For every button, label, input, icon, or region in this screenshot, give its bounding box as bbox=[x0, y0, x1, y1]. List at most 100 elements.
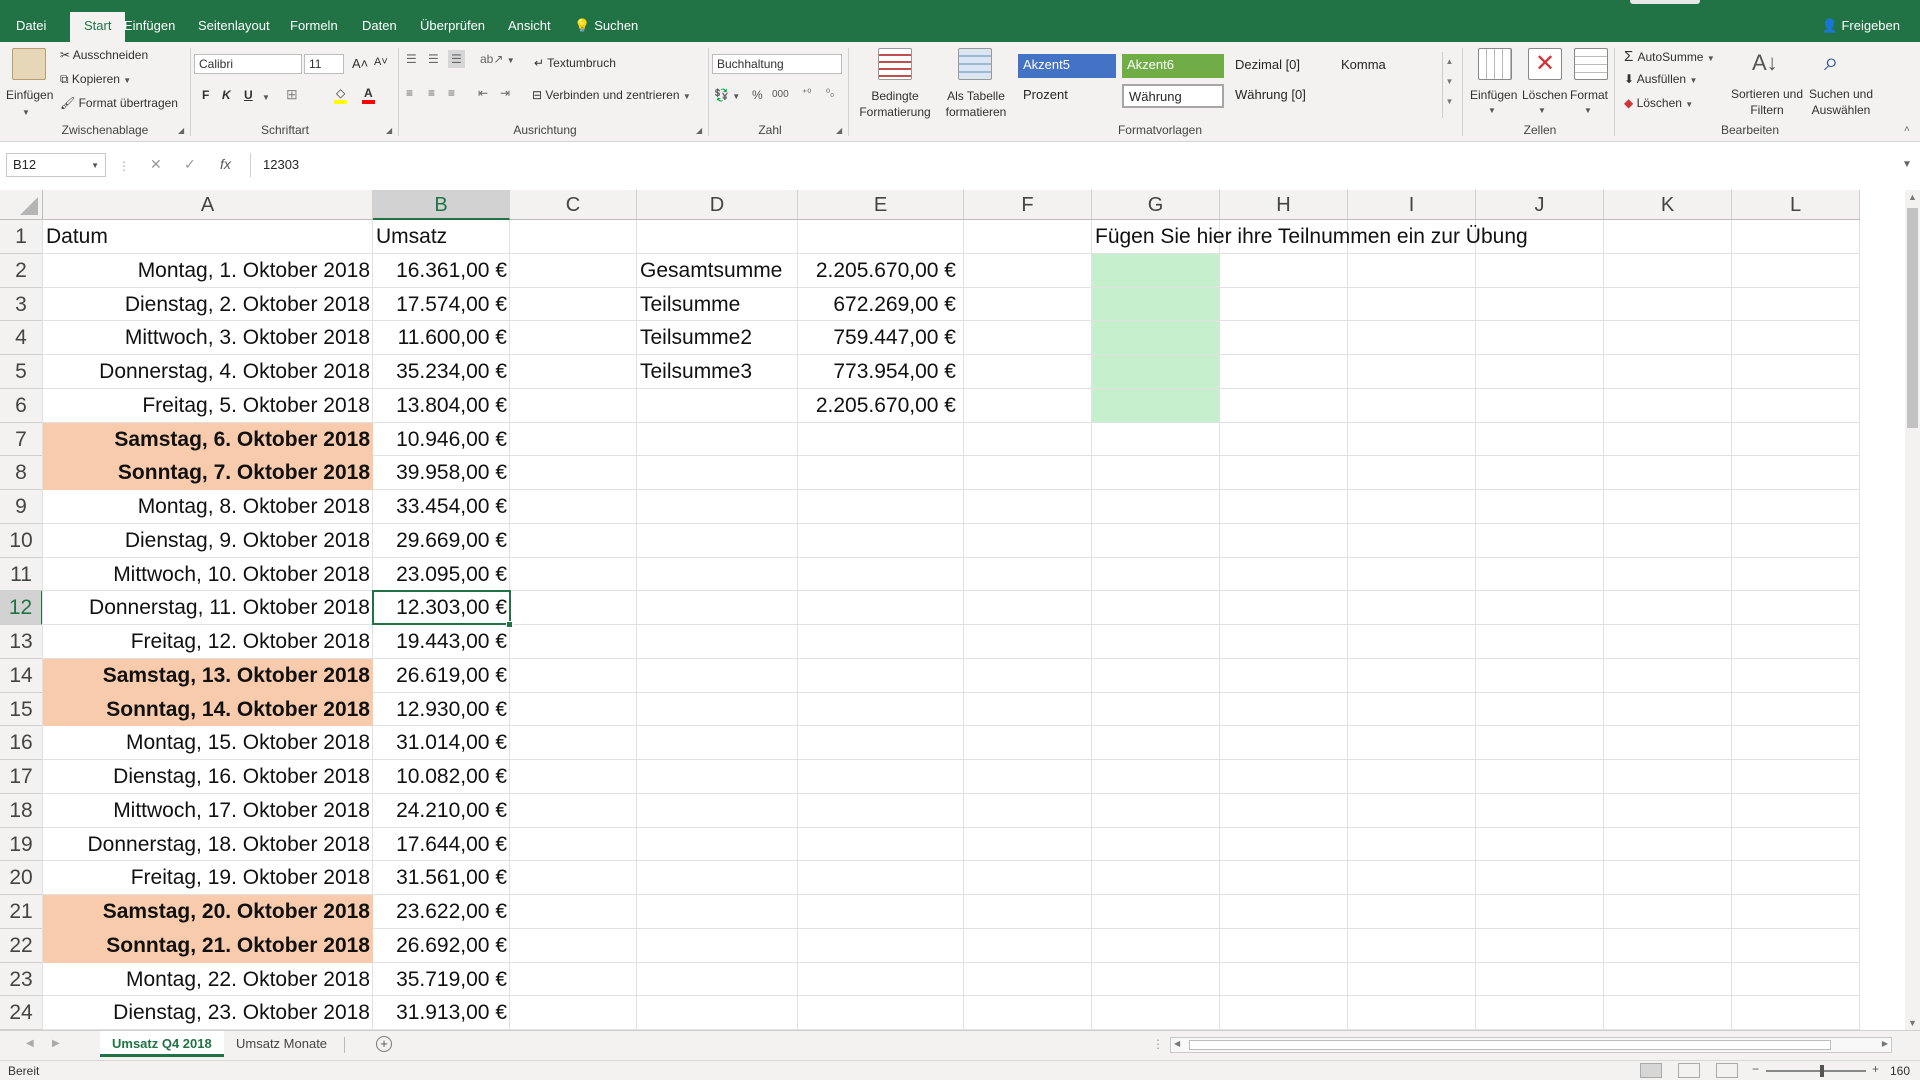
page-layout-view-icon[interactable] bbox=[1678, 1063, 1700, 1078]
name-box[interactable]: B12 ▼ bbox=[6, 153, 106, 177]
tab-ansicht[interactable]: Ansicht bbox=[508, 0, 551, 42]
column-header-l[interactable]: L bbox=[1732, 190, 1860, 220]
style-komma[interactable]: Komma bbox=[1336, 54, 1436, 78]
style-dezimal-0[interactable]: Dezimal [0] bbox=[1230, 54, 1330, 78]
cell-umsatz[interactable]: 26.692,00 € bbox=[373, 929, 510, 963]
row-header-6[interactable]: 6 bbox=[0, 388, 43, 423]
column-header-k[interactable]: K bbox=[1604, 190, 1732, 220]
font-launcher-icon[interactable]: ◢ bbox=[386, 126, 392, 135]
grow-font-icon[interactable]: A˄ bbox=[352, 56, 368, 71]
font-size-dropdown[interactable]: 11 bbox=[304, 54, 344, 74]
summary-value[interactable]: 672.269,00 € bbox=[798, 288, 964, 322]
add-sheet-icon[interactable]: + bbox=[376, 1036, 392, 1052]
cell-umsatz[interactable]: 19.443,00 € bbox=[373, 625, 510, 659]
cell-date[interactable]: Mittwoch, 17. Oktober 2018 bbox=[43, 794, 373, 828]
cell-date[interactable]: Dienstag, 16. Oktober 2018 bbox=[43, 760, 373, 794]
sort-filter-button[interactable]: Sortieren und Filtern bbox=[1730, 86, 1804, 118]
cell-umsatz[interactable]: 10.946,00 € bbox=[373, 423, 510, 457]
summary-label[interactable]: Teilsumme2 bbox=[637, 321, 798, 355]
enter-icon[interactable]: ✓ bbox=[184, 156, 196, 173]
bold-button[interactable]: F bbox=[202, 88, 209, 102]
styles-scroll[interactable]: ▲ ▼ ▼ bbox=[1442, 52, 1456, 118]
row-header-19[interactable]: 19 bbox=[0, 827, 43, 862]
zoom-out-icon[interactable]: − bbox=[1752, 1062, 1759, 1076]
column-header-b[interactable]: B bbox=[373, 190, 510, 220]
row-header-21[interactable]: 21 bbox=[0, 895, 43, 929]
horizontal-scrollbar[interactable]: ◀ ▶ bbox=[1170, 1037, 1892, 1053]
cell-umsatz[interactable]: 29.669,00 € bbox=[373, 524, 510, 558]
increase-decimal-icon[interactable]: ⁺⁰ bbox=[802, 88, 811, 99]
comma-style-icon[interactable]: 000 bbox=[772, 89, 789, 100]
autosum-button[interactable]: Σ AutoSumme ▼ bbox=[1624, 48, 1715, 65]
cancel-icon[interactable]: ✕ bbox=[150, 156, 162, 173]
horizontal-scroll-thumb[interactable] bbox=[1189, 1040, 1831, 1050]
column-header-i[interactable]: I bbox=[1348, 190, 1476, 220]
cell-date[interactable]: Freitag, 12. Oktober 2018 bbox=[43, 625, 373, 659]
page-break-view-icon[interactable] bbox=[1716, 1063, 1738, 1078]
decrease-decimal-icon[interactable]: ⁰₀ bbox=[826, 88, 834, 99]
cell-date[interactable]: Dienstag, 2. Oktober 2018 bbox=[43, 288, 373, 322]
merge-center-button[interactable]: ⊟ Verbinden und zentrieren ▼ bbox=[532, 88, 691, 102]
cell-date[interactable]: Freitag, 5. Oktober 2018 bbox=[43, 389, 373, 423]
row-header-14[interactable]: 14 bbox=[0, 658, 43, 693]
format-as-table-icon[interactable] bbox=[958, 48, 992, 80]
row-header-4[interactable]: 4 bbox=[0, 321, 43, 355]
cell-umsatz[interactable]: 39.958,00 € bbox=[373, 456, 510, 490]
paste-icon[interactable] bbox=[12, 48, 46, 80]
align-center-icon[interactable]: ≡ bbox=[428, 86, 435, 100]
summary-value[interactable]: 759.447,00 € bbox=[798, 321, 964, 355]
summary-label[interactable]: Teilsumme3 bbox=[637, 355, 798, 389]
row-header-15[interactable]: 15 bbox=[0, 692, 43, 727]
cell-umsatz[interactable]: 26.619,00 € bbox=[373, 659, 510, 693]
cell-date[interactable]: Sonntag, 14. Oktober 2018 bbox=[43, 692, 373, 727]
indent-decrease-icon[interactable]: ⇤ bbox=[478, 86, 488, 100]
row-header-5[interactable]: 5 bbox=[0, 355, 43, 389]
cell-date[interactable]: Sonntag, 7. Oktober 2018 bbox=[43, 456, 373, 490]
next-sheet-icon[interactable]: ▶ bbox=[52, 1038, 60, 1049]
row-header-3[interactable]: 3 bbox=[0, 287, 43, 322]
scroll-right-icon[interactable]: ▶ bbox=[1882, 1039, 1888, 1048]
format-as-table-button[interactable]: Als Tabelle formatieren bbox=[940, 88, 1012, 120]
column-header-a[interactable]: A bbox=[43, 190, 373, 220]
font-name-dropdown[interactable]: Calibri bbox=[194, 54, 302, 74]
insert-cells-button[interactable]: Einfügen ▼ bbox=[1470, 88, 1517, 116]
sheet-tab-umsatz-q4-2018[interactable]: Umsatz Q4 2018 bbox=[100, 1031, 224, 1057]
row-header-17[interactable]: 17 bbox=[0, 760, 43, 794]
cell-date[interactable]: Donnerstag, 18. Oktober 2018 bbox=[43, 828, 373, 862]
row-header-22[interactable]: 22 bbox=[0, 928, 43, 963]
cell-umsatz[interactable]: 10.082,00 € bbox=[373, 760, 510, 794]
row-header-20[interactable]: 20 bbox=[0, 861, 43, 895]
scroll-left-icon[interactable]: ◀ bbox=[1174, 1039, 1180, 1048]
cell-date[interactable]: Montag, 22. Oktober 2018 bbox=[43, 963, 373, 997]
cell-umsatz[interactable]: 12.930,00 € bbox=[373, 693, 510, 727]
cell-umsatz[interactable]: 17.644,00 € bbox=[373, 828, 510, 862]
format-painter-button[interactable]: 🖌 Format übertragen bbox=[60, 96, 178, 110]
underline-button[interactable]: U bbox=[244, 88, 253, 102]
normal-view-icon[interactable] bbox=[1640, 1063, 1662, 1078]
row-header-2[interactable]: 2 bbox=[0, 253, 43, 288]
row-header-8[interactable]: 8 bbox=[0, 456, 43, 490]
delete-cells-button[interactable]: Löschen ▼ bbox=[1522, 88, 1567, 116]
column-header-j[interactable]: J bbox=[1476, 190, 1604, 220]
number-format-dropdown[interactable]: Buchhaltung bbox=[712, 54, 842, 74]
cell-date[interactable]: Sonntag, 21. Oktober 2018 bbox=[43, 928, 373, 963]
cell-date[interactable]: Samstag, 6. Oktober 2018 bbox=[43, 422, 373, 457]
collapse-ribbon-icon[interactable]: ˄ bbox=[1904, 124, 1910, 135]
cell-date[interactable]: Montag, 15. Oktober 2018 bbox=[43, 726, 373, 760]
row-header-1[interactable]: 1 bbox=[0, 220, 43, 254]
copy-button[interactable]: ⧉ Kopieren ▼ bbox=[60, 72, 131, 87]
summary-value[interactable]: 2.205.670,00 € bbox=[798, 254, 964, 288]
scroll-down-icon[interactable]: ▼ bbox=[1908, 1018, 1917, 1028]
cell-date[interactable]: Freitag, 19. Oktober 2018 bbox=[43, 861, 373, 895]
align-top-icon[interactable]: ☰ bbox=[406, 52, 417, 66]
row-header-23[interactable]: 23 bbox=[0, 962, 43, 997]
tab-daten[interactable]: Daten bbox=[362, 0, 397, 42]
row-header-13[interactable]: 13 bbox=[0, 625, 43, 659]
fill-handle[interactable] bbox=[506, 621, 513, 628]
cell-umsatz[interactable]: 24.210,00 € bbox=[373, 794, 510, 828]
row-header-12[interactable]: 12 bbox=[0, 591, 43, 625]
cell-umsatz[interactable]: 35.719,00 € bbox=[373, 963, 510, 997]
sort-filter-icon[interactable]: A↓ bbox=[1752, 50, 1778, 76]
cell-date[interactable]: Mittwoch, 10. Oktober 2018 bbox=[43, 558, 373, 592]
delete-cells-icon[interactable]: ✕ bbox=[1528, 48, 1562, 80]
